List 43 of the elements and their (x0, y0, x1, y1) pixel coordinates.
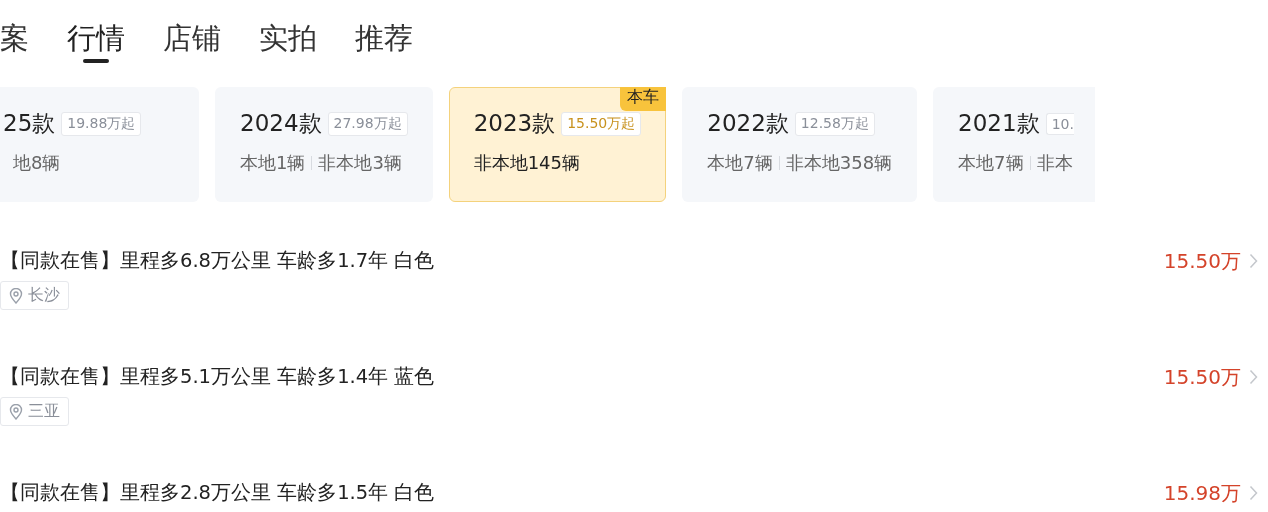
chevron-right-icon[interactable] (1249, 369, 1258, 385)
stock-count: 非本 (1036, 151, 1073, 175)
model-year-card[interactable]: 2024款 27.98万起 本地1辆 非本地3辆 (215, 87, 433, 202)
model-year-card[interactable]: 25款 19.88万起 地8辆 (0, 87, 199, 202)
starting-price-tag: 15.50万起 (561, 111, 642, 136)
model-year: 2023款 (473, 109, 556, 138)
stock-count: 非本地3辆 (318, 151, 402, 175)
listing-price: 15.50万 (1163, 364, 1241, 390)
tab[interactable]: 实拍 (259, 14, 317, 62)
tab[interactable]: 案 (0, 14, 29, 62)
location-pin-icon (9, 403, 23, 420)
listing-title[interactable]: 【同款在售】里程多6.8万公里 车龄多1.7年 白色 (0, 248, 435, 274)
model-year: 2022款 (707, 109, 789, 138)
stock-count: 地8辆 (13, 151, 61, 175)
location-tag: 长沙 (0, 281, 69, 310)
listing-price: 15.50万 (1163, 248, 1241, 274)
location-pin-icon (9, 287, 23, 304)
model-year-card[interactable]: 2023款 15.50万起 非本地145辆 本车 (448, 87, 667, 202)
stock-count: 非本地358辆 (785, 151, 893, 175)
model-year-card[interactable]: 2021款 10. 本地7辆 非本 (933, 87, 1096, 202)
location-tag: 三亚 (0, 397, 69, 426)
model-year: 2021款 (958, 109, 1040, 138)
stock-count: 本地7辆 (958, 151, 1024, 175)
model-year: 2024款 (240, 109, 322, 138)
listing-price: 15.98万 (1163, 480, 1241, 506)
chevron-right-icon[interactable] (1249, 485, 1258, 501)
starting-price-tag: 19.88万起 (61, 111, 142, 136)
tab[interactable]: 行情 (67, 14, 125, 62)
tab[interactable]: 推荐 (355, 14, 413, 62)
listing-title[interactable]: 【同款在售】里程多5.1万公里 车龄多1.4年 蓝色 (0, 364, 435, 390)
model-year: 25款 (3, 109, 56, 138)
active-tab-indicator (83, 59, 109, 63)
model-year-card[interactable]: 2022款 12.58万起 本地7辆 非本地358辆 (682, 87, 918, 202)
stock-count: 非本地145辆 (473, 151, 580, 175)
listing-title[interactable]: 【同款在售】里程多2.8万公里 车龄多1.5年 白色 (0, 480, 435, 506)
starting-price-tag: 12.58万起 (794, 111, 875, 136)
starting-price-tag: 10. (1045, 112, 1074, 135)
stock-count: 本地7辆 (707, 151, 773, 175)
stock-count: 本地1辆 (240, 151, 306, 175)
current-car-badge: 本车 (620, 87, 667, 111)
starting-price-tag: 27.98万起 (327, 111, 408, 136)
chevron-right-icon[interactable] (1249, 253, 1258, 269)
tab[interactable]: 店铺 (163, 14, 221, 62)
